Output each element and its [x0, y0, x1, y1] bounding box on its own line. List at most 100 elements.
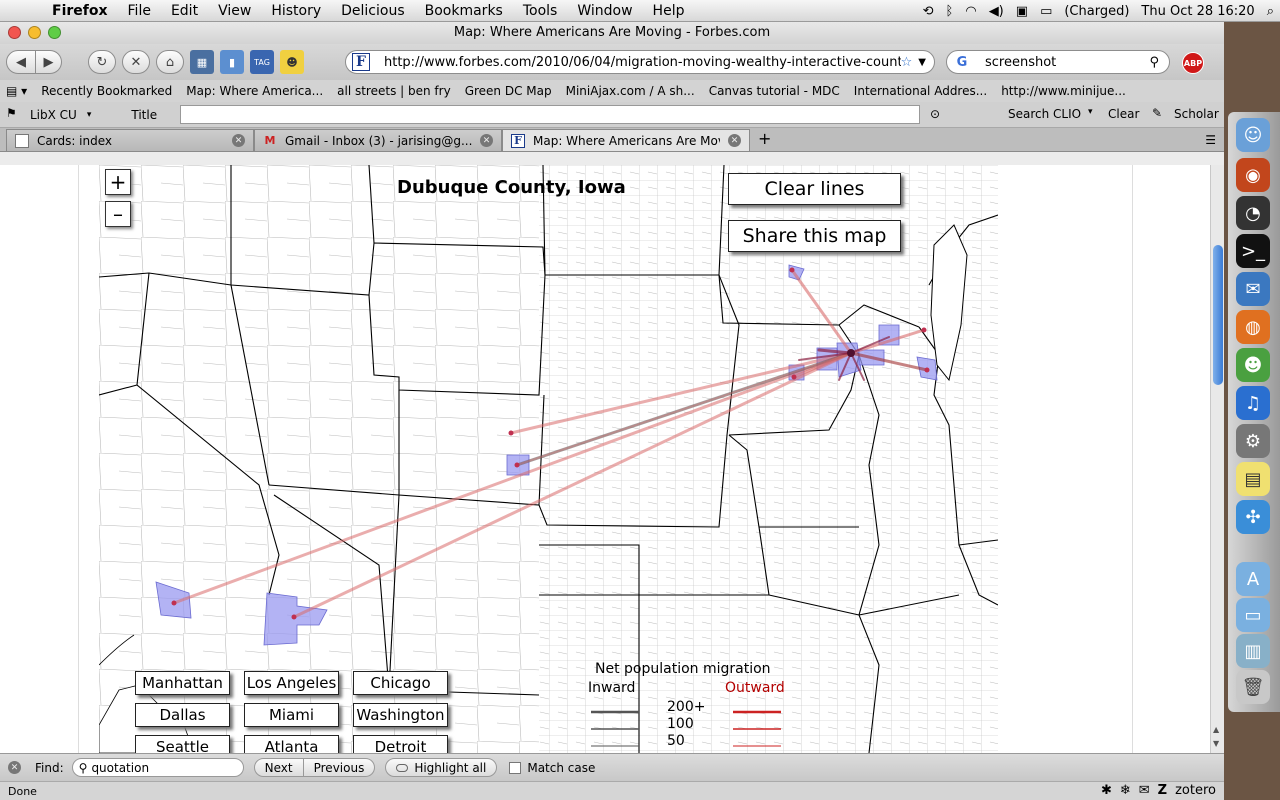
tab-close-icon[interactable]: ✕ [728, 134, 741, 147]
zoom-out-button[interactable]: – [105, 201, 131, 227]
migration-map[interactable]: Dubuque County, Iowa + – Clear lines Sha… [99, 165, 998, 753]
libx-logo-icon[interactable]: ⚑ [6, 106, 17, 120]
city-button-dallas[interactable]: Dallas [135, 703, 230, 727]
clio-dropdown-icon[interactable]: ▾ [1088, 107, 1093, 117]
finder-icon[interactable]: ☺ [1236, 118, 1270, 152]
reload-button[interactable]: ↻ [88, 50, 116, 74]
city-button-detroit[interactable]: Detroit [353, 735, 448, 753]
search-clio-button[interactable]: Search CLIO [1008, 107, 1081, 121]
tab-list-menu-icon[interactable]: ☰ [1205, 133, 1216, 147]
connection-icon[interactable]: ✣ [1236, 500, 1270, 534]
zoom-in-button[interactable]: + [105, 169, 131, 195]
volume-icon[interactable]: ◀) [983, 4, 1010, 19]
mail-icon[interactable]: ✉ [1139, 783, 1150, 798]
share-map-button[interactable]: Share this map [728, 220, 901, 252]
adium-icon[interactable]: ☻ [1236, 348, 1270, 382]
url-history-dropdown-icon[interactable]: ▼ [918, 57, 926, 68]
input-menu-icon[interactable]: ▣ [1010, 4, 1034, 19]
menu-history[interactable]: History [261, 3, 331, 19]
city-button-chicago[interactable]: Chicago [353, 671, 448, 695]
url-text[interactable]: http://www.forbes.com/2010/06/04/migrati… [384, 55, 901, 70]
bookmark-item[interactable]: International Addres... [854, 84, 987, 98]
delicious-tag-icon[interactable]: TAG [250, 50, 274, 74]
vertical-scrollbar[interactable]: ▲ ▼ [1210, 165, 1224, 753]
find-next-button[interactable]: Next [253, 758, 304, 777]
growl-icon[interactable]: ◉ [1236, 158, 1270, 192]
libx-field-selector[interactable]: Title [131, 108, 157, 122]
bluetooth-icon[interactable]: ᛒ [940, 4, 960, 19]
menu-delicious[interactable]: Delicious [331, 3, 415, 19]
city-button-los-angeles[interactable]: Los Angeles [244, 671, 339, 695]
firefox-icon[interactable]: ◍ [1236, 310, 1270, 344]
menu-window[interactable]: Window [567, 3, 642, 19]
match-case-checkbox[interactable] [509, 761, 522, 774]
city-button-washington[interactable]: Washington [353, 703, 448, 727]
highlight-all-button[interactable]: Highlight all [385, 758, 498, 777]
greasemonkey-icon[interactable]: ☻ [280, 50, 304, 74]
menu-bookmarks[interactable]: Bookmarks [415, 3, 513, 19]
scrollbar-thumb[interactable] [1213, 245, 1223, 385]
tools-icon[interactable]: ✱ [1101, 783, 1112, 798]
stop-button[interactable]: ✕ [122, 50, 150, 74]
time-machine-icon[interactable]: ⟲ [917, 4, 940, 19]
search-bar[interactable]: G screenshot ⚲ [946, 50, 1170, 74]
trash-icon[interactable]: 🗑 [1236, 670, 1270, 704]
snowflake-icon[interactable]: ❄ [1120, 783, 1131, 798]
stickies-icon[interactable]: ▤ [1236, 462, 1270, 496]
spotlight-icon[interactable]: ⌕ [1261, 4, 1280, 19]
tab-close-icon[interactable]: ✕ [232, 134, 245, 147]
match-case-option[interactable]: Match case [509, 761, 595, 775]
bookmark-item[interactable]: all streets | ben fry [337, 84, 451, 98]
terminal-icon[interactable]: >_ [1236, 234, 1270, 268]
libx-options-icon[interactable]: ⊙ [930, 107, 940, 121]
tab-gmail[interactable]: M Gmail - Inbox (3) - jarising@g... ✕ [254, 129, 502, 151]
system-preferences-icon[interactable]: ⚙ [1236, 424, 1270, 458]
city-button-seattle[interactable]: Seattle [135, 735, 230, 753]
bookmark-item[interactable]: Green DC Map [465, 84, 552, 98]
tab-cards-index[interactable]: Cards: index ✕ [6, 129, 254, 151]
find-close-icon[interactable]: ✕ [8, 761, 21, 774]
menu-tools[interactable]: Tools [513, 3, 568, 19]
menu-edit[interactable]: Edit [161, 3, 208, 19]
back-button[interactable]: ◀ [6, 50, 36, 74]
scroll-down-arrow-icon[interactable]: ▼ [1213, 739, 1219, 748]
screengrab-icon[interactable]: ▦ [190, 50, 214, 74]
adblock-plus-icon[interactable]: ABP [1182, 52, 1204, 74]
zotero-z-icon[interactable]: Z [1158, 783, 1167, 798]
tab-close-icon[interactable]: ✕ [480, 134, 493, 147]
city-button-atlanta[interactable]: Atlanta [244, 735, 339, 753]
mail-app-icon[interactable]: ✉ [1236, 272, 1270, 306]
us-county-map-svg[interactable] [99, 165, 998, 753]
menu-help[interactable]: Help [643, 3, 695, 19]
bookmark-item[interactable]: MiniAjax.com / A sh... [566, 84, 695, 98]
new-tab-button[interactable]: + [758, 129, 771, 148]
bookmark-item[interactable]: Recently Bookmarked [41, 84, 172, 98]
bookmark-star-icon[interactable]: ☆ [901, 55, 913, 70]
bookmark-item[interactable]: Canvas tutorial - MDC [709, 84, 840, 98]
find-previous-button[interactable]: Previous [303, 758, 376, 777]
battery-icon[interactable]: ▭ [1034, 4, 1058, 19]
bookmark-item[interactable]: http://www.minijue... [1001, 84, 1126, 98]
zoom-window-button[interactable] [48, 26, 61, 39]
sidebar-toggle-icon[interactable]: ▮ [220, 50, 244, 74]
libx-search-field[interactable] [180, 105, 920, 124]
tab-forbes-map[interactable]: F Map: Where Americans Are Mov... ✕ [502, 129, 750, 151]
menu-view[interactable]: View [208, 3, 261, 19]
documents-folder-icon[interactable]: ▭ [1236, 598, 1270, 632]
forward-button[interactable]: ▶ [36, 50, 62, 74]
find-input[interactable]: ⚲ quotation [71, 758, 244, 777]
wifi-icon[interactable]: ◠ [959, 4, 982, 19]
itunes-icon[interactable]: ♫ [1236, 386, 1270, 420]
clear-lines-button[interactable]: Clear lines [728, 173, 901, 205]
applications-folder-icon[interactable]: A [1236, 562, 1270, 596]
downloads-stack-icon[interactable]: ▥ [1236, 634, 1270, 668]
menu-app-name[interactable]: Firefox [42, 3, 118, 19]
dashboard-icon[interactable]: ◔ [1236, 196, 1270, 230]
scroll-up-arrow-icon[interactable]: ▲ [1213, 725, 1219, 734]
menubar-clock[interactable]: Thu Oct 28 16:20 [1135, 4, 1260, 19]
libx-edition-label[interactable]: LibX CU [30, 108, 77, 122]
search-magnifier-icon[interactable]: ⚲ [1149, 55, 1159, 70]
home-button[interactable]: ⌂ [156, 50, 184, 74]
libx-clear-button[interactable]: Clear [1108, 107, 1139, 121]
google-search-engine-icon[interactable]: G [953, 53, 971, 71]
